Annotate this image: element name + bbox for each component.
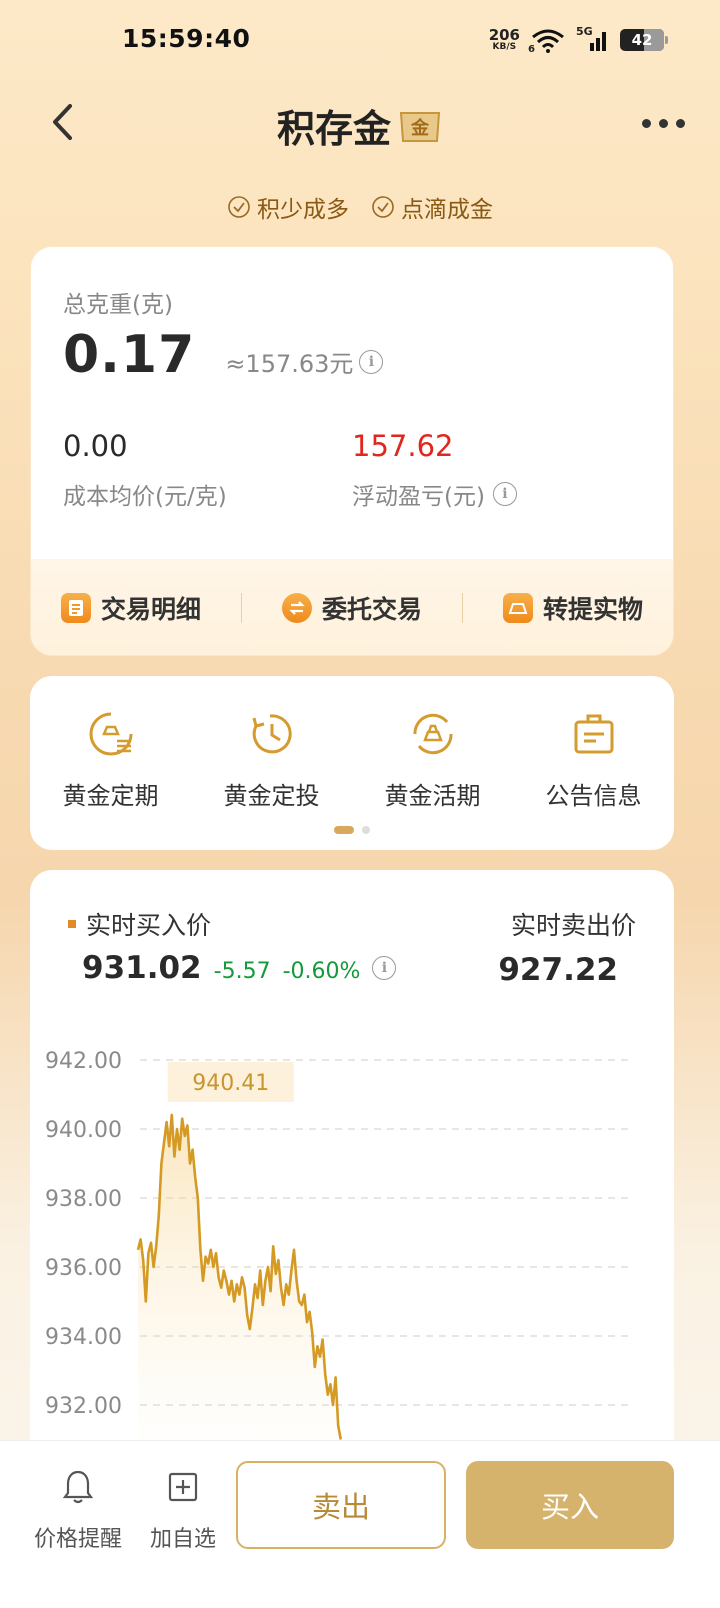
divider (240, 593, 242, 623)
service-gold-invest[interactable]: 黄金定投 (197, 710, 347, 811)
check-circle-icon (372, 196, 394, 218)
y-tick-label: 938.00 (45, 1187, 122, 1212)
divider (461, 593, 463, 623)
gold-logo: 金 (397, 109, 443, 154)
y-tick-label: 940.00 (45, 1118, 122, 1143)
floating-pl-value: 157.62 (352, 429, 454, 463)
y-tick-label: 942.00 (45, 1049, 122, 1074)
legend-square (68, 920, 76, 928)
sell-price-label: 实时卖出价 (510, 911, 636, 940)
asset-card: 总克重(克) 0.17 ≈157.63元 i 0.00 成本均价(元/克) 15… (30, 246, 674, 656)
page-title-text: 积存金 (276, 107, 391, 151)
service-label: 黄金活期 (384, 782, 481, 810)
buy-button[interactable]: 买入 (466, 1461, 674, 1549)
gold-fixed-icon (89, 712, 132, 756)
trade-details-label: 交易明细 (100, 595, 201, 624)
physical-delivery-label: 转提实物 (542, 595, 643, 624)
approx-value: ≈157.63元 i (225, 344, 384, 379)
slogan-tag: 积少成多 (227, 190, 349, 224)
page-dot-active (334, 826, 354, 834)
status-icons: 206 KB/S 6 5G 42 (489, 24, 668, 56)
sell-price-value: 927.22 (498, 952, 618, 988)
series-area (138, 1114, 341, 1440)
bell-icon (62, 1470, 94, 1504)
gold-current-icon (412, 713, 453, 755)
service-grid: 黄金定期 黄金定投 黄金活期 公告信息 (30, 676, 674, 850)
entrust-trade-label: 委托交易 (321, 595, 422, 624)
slogan-text: 积少成多 (257, 197, 349, 223)
avg-cost-stat: 0.00 成本均价(元/克) (63, 429, 352, 511)
avg-cost-value: 0.00 (63, 429, 128, 463)
net-speed-unit: KB/S (492, 42, 517, 52)
net-speed: 206 KB/S (489, 28, 520, 52)
service-gold-fixed[interactable]: 黄金定期 (36, 710, 186, 811)
price-alert-button[interactable]: 价格提醒 (34, 1467, 122, 1553)
buy-price-value: 931.02 (82, 950, 202, 986)
service-label: 黄金定投 (223, 782, 320, 810)
total-weight-value: 0.17 (63, 325, 196, 385)
page-dot (362, 826, 370, 834)
sell-button[interactable]: 卖出 (236, 1461, 446, 1549)
y-tick-label: 934.00 (45, 1325, 122, 1350)
y-tick-label: 932.00 (45, 1394, 122, 1419)
more-button[interactable] (628, 108, 698, 138)
gold-invest-icon (252, 714, 292, 754)
check-circle-icon (228, 196, 250, 218)
price-change: -5.57 (213, 959, 271, 984)
gold-bar-icon (502, 593, 533, 623)
info-icon[interactable]: i (372, 956, 397, 980)
service-notice[interactable]: 公告信息 (519, 710, 669, 811)
service-label: 公告信息 (545, 782, 642, 810)
price-chart[interactable]: 942.00 940.00 938.00 936.00 934.00 932.00 940.… (30, 1020, 674, 1470)
add-watchlist-button[interactable]: 加自选 (150, 1467, 216, 1553)
wifi-label: 6 (528, 44, 535, 55)
slogan-tags: 积少成多 点滴成金 (0, 190, 720, 224)
approx-value-text: ≈157.63元 (225, 350, 354, 378)
page-indicator (30, 826, 674, 834)
entrust-trade-button[interactable]: 委托交易 (281, 590, 422, 626)
battery-icon: 42 (620, 29, 668, 51)
add-square-icon (168, 1472, 198, 1502)
battery-level: 42 (631, 31, 653, 49)
wifi-icon: 6 (528, 27, 566, 55)
slogan-text: 点滴成金 (401, 197, 493, 223)
info-icon[interactable]: i (492, 482, 517, 506)
net-speed-value: 206 (488, 26, 520, 44)
service-gold-current[interactable]: 黄金活期 (358, 710, 508, 811)
floating-pl-label-text: 浮动盈亏(元) (352, 484, 485, 510)
slogan-tag: 点滴成金 (371, 190, 493, 224)
info-icon[interactable]: i (359, 349, 384, 374)
price-alert-label: 价格提醒 (34, 1527, 123, 1552)
notice-icon (574, 714, 613, 754)
y-tick-label: 936.00 (45, 1256, 122, 1281)
physical-delivery-button[interactable]: 转提实物 (502, 590, 643, 626)
add-watchlist-label: 加自选 (150, 1527, 217, 1552)
doc-icon (60, 593, 91, 623)
avg-cost-label: 成本均价(元/克) (63, 484, 227, 510)
price-card: 实时买入价 931.02 -5.57 -0.60% i 实时卖出价 927.22… (30, 870, 674, 1470)
service-label: 黄金定期 (62, 782, 159, 810)
cell-signal-icon: 5G (576, 25, 610, 53)
max-price-label: 940.41 (192, 1071, 269, 1096)
floating-pl-stat: 157.62 浮动盈亏(元) i (352, 429, 641, 511)
asset-actions: 交易明细 委托交易 转提实物 (31, 559, 673, 655)
exchange-icon (281, 593, 312, 623)
gold-logo-text: 金 (410, 117, 430, 139)
price-change-pct: -0.60% (282, 959, 361, 984)
buy-price-label: 实时买入价 (86, 911, 212, 940)
buy-price-row: 931.02 -5.57 -0.60% i (82, 950, 397, 986)
total-weight-label: 总克重(克) (63, 292, 173, 318)
floating-pl-label: 浮动盈亏(元) i (352, 477, 641, 511)
status-time: 15:59:40 (122, 24, 251, 53)
trade-details-button[interactable]: 交易明细 (60, 590, 201, 626)
bottom-bar: 价格提醒 加自选 卖出 买入 (0, 1440, 720, 1608)
buy-price-title: 实时买入价 (68, 906, 211, 942)
page-title: 积存金 金 (0, 98, 720, 154)
